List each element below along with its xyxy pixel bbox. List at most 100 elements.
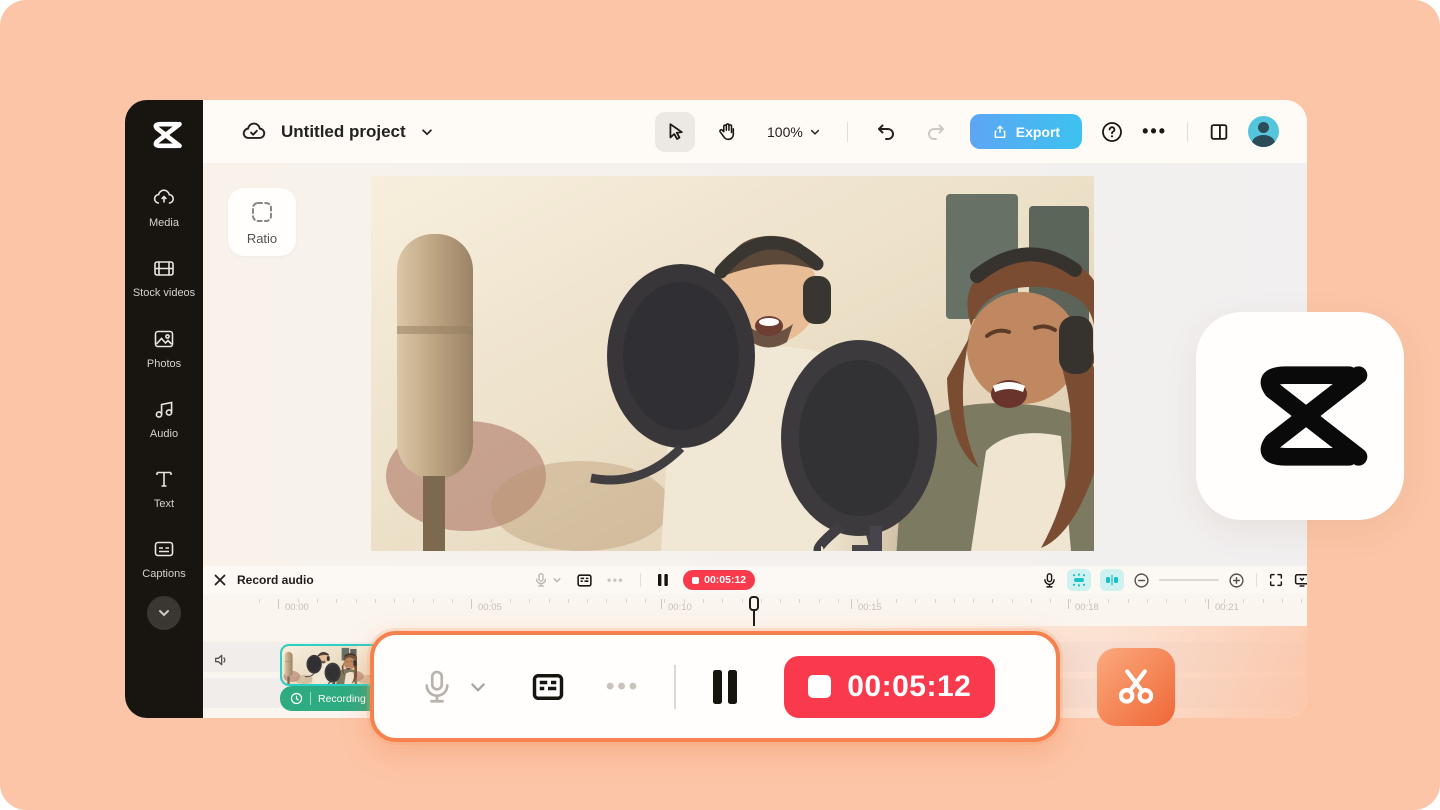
project-menu-chevron-icon[interactable]	[420, 125, 434, 139]
captions-icon	[152, 537, 176, 561]
editor-window: Media Stock videos Photos Audio Text	[125, 100, 1307, 718]
export-button[interactable]: Export	[970, 114, 1082, 149]
record-audio-title: Record audio	[237, 573, 314, 587]
export-label: Export	[1016, 124, 1060, 140]
timeline-toolbar: Record audio ••• 00:05:12	[203, 566, 1307, 594]
avatar-head	[1258, 122, 1269, 133]
record-audio-panel: ••• 00:05:12	[370, 631, 1060, 742]
ruler-label: 00:10	[668, 602, 692, 613]
divider	[1256, 573, 1257, 587]
ruler-label: 00:18	[1075, 602, 1099, 613]
sidebar-item-captions[interactable]: Captions	[125, 537, 203, 581]
help-button[interactable]	[1100, 120, 1124, 144]
scissors-icon	[1110, 661, 1162, 713]
stock-videos-icon	[152, 256, 176, 280]
stop-icon	[692, 577, 699, 584]
sidebar-item-media[interactable]: Media	[125, 186, 203, 230]
magnetic-snap-toggle[interactable]	[1067, 569, 1091, 591]
capcut-app-badge	[1196, 312, 1404, 520]
preview-display-icon[interactable]	[1293, 571, 1307, 589]
ratio-icon	[249, 199, 275, 225]
ruler-label: 00:21	[1215, 602, 1239, 613]
export-icon	[992, 124, 1008, 140]
sidebar: Media Stock videos Photos Audio Text	[125, 100, 203, 718]
more-icon[interactable]: •••	[607, 573, 624, 587]
avatar[interactable]	[1248, 116, 1279, 147]
sidebar-nav: Media Stock videos Photos Audio Text	[125, 186, 203, 582]
sidebar-item-photos[interactable]: Photos	[125, 327, 203, 371]
sidebar-item-label: Media	[129, 216, 199, 230]
ruler-label: 00:15	[858, 602, 882, 613]
avatar-shoulders	[1252, 135, 1275, 147]
pause-icon[interactable]	[657, 573, 669, 587]
sidebar-item-label: Photos	[129, 357, 199, 371]
zoom-chevron-icon	[809, 126, 821, 138]
preview-canvas: Ratio	[203, 163, 1307, 566]
recording-clip-separator	[310, 692, 311, 705]
scissors-badge	[1097, 648, 1175, 726]
chevron-down-icon	[468, 677, 488, 697]
split-clip-toggle[interactable]	[1100, 569, 1124, 591]
timeline-ruler[interactable]: 00:00 00:05 00:10 00:15 00:18 00:21	[203, 594, 1307, 626]
top-toolbar: Untitled project 100%	[203, 100, 1307, 163]
sidebar-item-label: Text	[129, 497, 199, 511]
volume-icon[interactable]	[213, 652, 229, 668]
pause-icon[interactable]	[710, 668, 740, 706]
zoom-in-icon[interactable]	[1228, 572, 1245, 589]
marketing-canvas: Media Stock videos Photos Audio Text	[0, 0, 1440, 810]
sidebar-item-text[interactable]: Text	[125, 467, 203, 511]
more-icon[interactable]: •••	[606, 673, 640, 701]
toolbar-divider	[1187, 122, 1188, 142]
playhead-handle	[749, 596, 759, 611]
project-title[interactable]: Untitled project	[281, 122, 406, 142]
recording-clip-label: Recording	[318, 693, 366, 705]
photos-icon	[152, 327, 176, 351]
more-options-button[interactable]: •••	[1142, 121, 1167, 142]
mic-select-control[interactable]	[533, 572, 562, 588]
hand-icon	[716, 121, 738, 143]
capcut-logo-icon	[146, 120, 182, 150]
undo-icon[interactable]	[874, 120, 898, 144]
divider	[640, 573, 641, 587]
text-icon	[152, 467, 176, 491]
captions-panel-icon[interactable]	[530, 669, 566, 705]
ruler-label: 00:00	[285, 602, 309, 613]
layout-panel-icon	[1208, 121, 1230, 143]
timeline-zoom-slider[interactable]	[1159, 579, 1219, 581]
video-preview[interactable]	[371, 176, 1094, 551]
microphone-icon	[533, 572, 549, 588]
redo-icon[interactable]	[924, 120, 948, 144]
capcut-logo-icon	[1232, 361, 1368, 471]
select-tool-button[interactable]	[655, 112, 695, 152]
layout-panel-button[interactable]	[1208, 121, 1230, 143]
playhead[interactable]	[748, 596, 760, 626]
chevron-down-icon	[552, 575, 562, 585]
sidebar-item-stock-videos[interactable]: Stock videos	[125, 256, 203, 300]
audio-icon	[152, 397, 176, 421]
close-icon[interactable]	[213, 573, 227, 587]
stop-recording-button[interactable]: 00:05:12	[784, 656, 995, 718]
sidebar-item-label: Stock videos	[129, 286, 199, 300]
sidebar-item-audio[interactable]: Audio	[125, 397, 203, 441]
ruler-label: 00:05	[478, 602, 502, 613]
microphone-icon	[418, 668, 456, 706]
stop-recording-pill[interactable]: 00:05:12	[683, 570, 755, 590]
sidebar-item-label: Captions	[129, 567, 199, 581]
hand-tool-button[interactable]	[707, 112, 747, 152]
ratio-button[interactable]: Ratio	[228, 188, 296, 256]
media-upload-icon	[152, 186, 176, 210]
voiceover-icon[interactable]	[1041, 572, 1058, 589]
fullscreen-icon[interactable]	[1268, 572, 1284, 588]
zoom-level-value: 100%	[767, 124, 803, 140]
ratio-label: Ratio	[247, 231, 277, 246]
sidebar-expand-button[interactable]	[147, 596, 181, 630]
recording-time-large: 00:05:12	[847, 670, 971, 704]
toolbar-divider	[847, 122, 848, 142]
magnetic-snap-icon	[1071, 572, 1087, 588]
zoom-level-control[interactable]: 100%	[767, 124, 821, 140]
cloud-saved-icon[interactable]	[241, 119, 267, 145]
captions-panel-icon[interactable]	[576, 572, 593, 589]
zoom-out-icon[interactable]	[1133, 572, 1150, 589]
sidebar-item-label: Audio	[129, 427, 199, 441]
mic-source-control[interactable]	[418, 668, 488, 706]
